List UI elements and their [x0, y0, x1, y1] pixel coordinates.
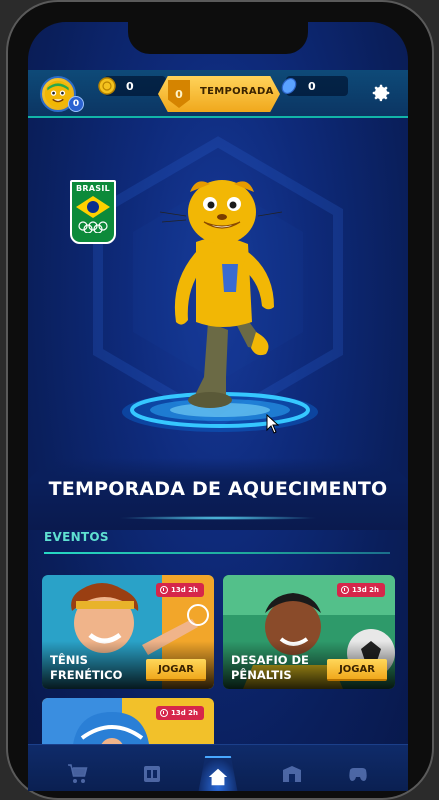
gamepad-icon[interactable]	[346, 762, 370, 786]
coin-icon	[98, 77, 116, 95]
clock-icon	[340, 586, 349, 594]
clock-icon	[159, 709, 168, 717]
player-level-badge: 0	[68, 96, 84, 112]
country-flag-badge: BRASIL	[70, 180, 116, 244]
gems-counter[interactable]: 0	[281, 76, 348, 96]
tab-events[interactable]: EVENTOS	[44, 530, 109, 544]
olympic-rings-icon	[78, 221, 108, 233]
event-name-line1: TÊNIS	[50, 653, 88, 667]
home-icon	[208, 768, 228, 786]
season-button[interactable]: 0 TEMPORADA	[158, 76, 280, 112]
mouse-cursor-icon	[266, 414, 280, 434]
settings-gear-icon[interactable]	[370, 82, 392, 104]
inventory-icon[interactable]	[280, 762, 304, 786]
event-name: TÊNIS FRENÉTICO	[50, 653, 140, 683]
event-timer: 13d 2h	[336, 583, 385, 597]
season-label: TEMPORADA	[200, 86, 274, 97]
gem-icon	[281, 77, 297, 95]
event-timer: 13d 2h	[155, 583, 204, 597]
event-name-line2: PÊNALTIS	[231, 668, 292, 682]
clock-icon	[159, 586, 168, 594]
locker-icon[interactable]	[140, 762, 164, 786]
event-name-line1: DESAFIO DE	[231, 653, 309, 667]
event-card-penalties[interactable]: 13d 2h DESAFIO DE PÊNALTIS JOGAR	[223, 575, 395, 689]
play-button[interactable]: JOGAR	[146, 659, 206, 681]
event-name-line2: FRENÉTICO	[50, 668, 123, 682]
event-name: DESAFIO DE PÊNALTIS	[231, 653, 321, 683]
country-label: BRASIL	[75, 184, 111, 193]
event-card-tennis[interactable]: 13d 2h TÊNIS FRENÉTICO JOGAR	[42, 575, 214, 689]
coins-value: 0	[126, 79, 134, 93]
play-button[interactable]: JOGAR	[327, 659, 387, 681]
event-timer-value: 13d 2h	[170, 709, 198, 717]
shop-cart-icon[interactable]	[66, 762, 90, 786]
title-underline-glow	[118, 516, 318, 520]
game-screen: 0 0 0 TEMPORADA 0 BRASIL TEMPORADA DE AQ…	[28, 22, 408, 791]
event-timer-value: 13d 2h	[351, 586, 379, 594]
season-title: TEMPORADA DE AQUECIMENTO	[48, 478, 388, 500]
coins-counter[interactable]: 0	[98, 76, 166, 96]
gems-value: 0	[308, 79, 316, 93]
events-tab-underline	[44, 552, 390, 554]
event-timer: 13d 2h	[155, 706, 204, 720]
phone-notch	[128, 22, 308, 54]
brazil-flag-icon	[74, 194, 112, 220]
event-timer-value: 13d 2h	[170, 586, 198, 594]
mascot-character[interactable]	[156, 172, 286, 412]
